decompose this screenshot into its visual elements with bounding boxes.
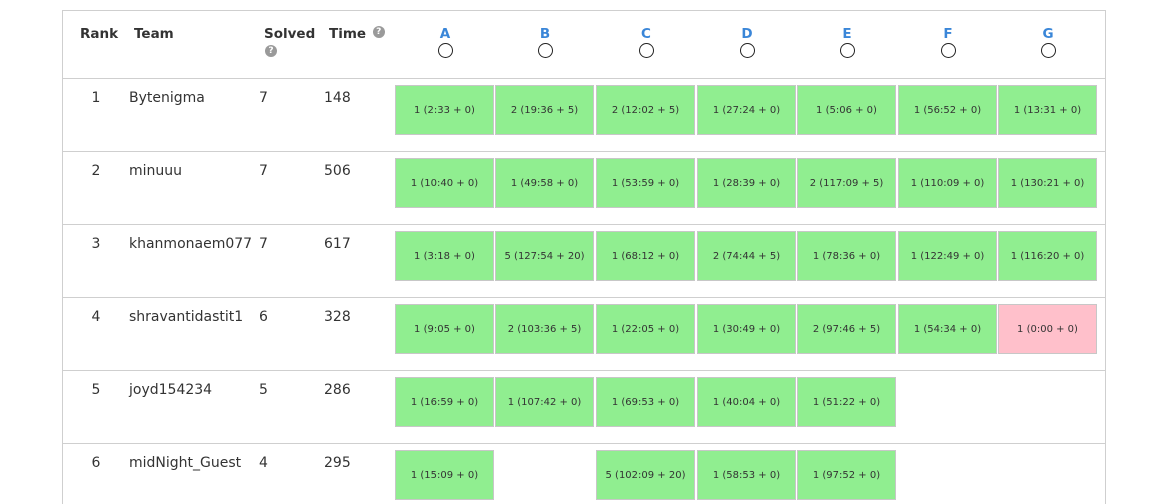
problem-radio-f[interactable] [940,43,956,58]
score-cell-g: 1 (0:00 + 0) [998,304,1097,354]
rank-cell: 4 [91,309,101,325]
problem-radio-g[interactable] [1040,43,1056,58]
score-cell-b: 2 (103:36 + 5) [495,304,594,354]
score-cell-a: 1 (15:09 + 0) [395,450,494,500]
team-header: Team [134,26,174,42]
score-cell-a: 1 (2:33 + 0) [395,85,494,135]
problem-link-d[interactable]: D [697,26,797,42]
score-cell-e: 1 (51:22 + 0) [797,377,896,427]
problem-header-e: E [797,26,897,58]
score-cell-d: 1 (40:04 + 0) [697,377,796,427]
score-cell-g: 1 (130:21 + 0) [998,158,1097,208]
time-header: Time ? [329,26,385,42]
problem-link-a[interactable]: A [395,26,495,42]
score-cell-e: 1 (78:36 + 0) [797,231,896,281]
penalty-time: 506 [324,163,351,179]
table-row: 5 joyd154234 5 286 1 (16:59 + 0) 1 (107:42 + … [63,370,1105,443]
team-name[interactable]: Bytenigma [129,90,205,106]
penalty-time: 286 [324,382,351,398]
table-row: 2 minuuu 7 506 1 (10:40 + 0) 1 (49:58 + 0) 1 (… [63,151,1105,224]
scoreboard-header: Rank Team Solved ? Time ? ABCDEFG [63,11,1105,78]
team-name[interactable]: minuuu [129,163,182,179]
score-cell-c: 1 (69:53 + 0) [596,377,695,427]
score-cell-g: 1 (13:31 + 0) [998,85,1097,135]
score-cell-c: 1 (22:05 + 0) [596,304,695,354]
score-cell-f: 1 (110:09 + 0) [898,158,997,208]
time-header-label: Time [329,26,367,42]
solved-count: 4 [259,455,268,471]
problem-radio-b[interactable] [537,43,553,58]
problem-header-d: D [697,26,797,58]
score-cell-a: 1 (3:18 + 0) [395,231,494,281]
problem-link-c[interactable]: C [596,26,696,42]
score-cell-d: 1 (58:53 + 0) [697,450,796,500]
score-cell-c: 2 (12:02 + 5) [596,85,695,135]
problem-header-f: F [898,26,998,58]
score-cell-d: 1 (30:49 + 0) [697,304,796,354]
problem-link-e[interactable]: E [797,26,897,42]
score-cell-b: 1 (49:58 + 0) [495,158,594,208]
problem-header-b: B [495,26,595,58]
score-cell-b: 5 (127:54 + 20) [495,231,594,281]
team-name[interactable]: shravantidastit1 [129,309,243,325]
scoreboard-table: Rank Team Solved ? Time ? ABCDEFG 1 Byten… [62,10,1106,504]
rank-header: Rank [80,26,119,42]
score-cell-a: 1 (10:40 + 0) [395,158,494,208]
problem-header-c: C [596,26,696,58]
solved-count: 6 [259,309,268,325]
solved-header: Solved ? [264,26,315,57]
score-cell-d: 1 (27:24 + 0) [697,85,796,135]
problem-link-g[interactable]: G [998,26,1098,42]
team-name[interactable]: khanmonaem077 [129,236,252,252]
time-help-icon[interactable]: ? [372,26,385,38]
score-cell-e: 1 (97:52 + 0) [797,450,896,500]
problem-radio-d[interactable] [739,43,755,58]
rank-cell: 3 [91,236,101,252]
problem-radio-c[interactable] [638,43,654,58]
table-row: 3 khanmonaem077 7 617 1 (3:18 + 0) 5 (127:54 … [63,224,1105,297]
problem-header-g: G [998,26,1098,58]
penalty-time: 328 [324,309,351,325]
problem-radio-a[interactable] [437,43,453,58]
score-cell-e: 2 (117:09 + 5) [797,158,896,208]
problem-radio-e[interactable] [839,43,855,58]
solved-count: 7 [259,236,268,252]
score-cell-c: 1 (53:59 + 0) [596,158,695,208]
table-row: 1 Bytenigma 7 148 1 (2:33 + 0) 2 (19:36 + 5) 2… [63,78,1105,151]
problem-link-b[interactable]: B [495,26,595,42]
table-row: 6 midNight_Guest 4 295 1 (15:09 + 0) 5 (102:0… [63,443,1105,504]
problem-header-a: A [395,26,495,58]
rank-cell: 1 [91,90,101,106]
team-name[interactable]: joyd154234 [129,382,212,398]
team-name[interactable]: midNight_Guest [129,455,241,471]
solved-count: 7 [259,90,268,106]
rank-cell: 6 [91,455,101,471]
score-cell-e: 2 (97:46 + 5) [797,304,896,354]
score-cell-d: 2 (74:44 + 5) [697,231,796,281]
score-cell-g: 1 (116:20 + 0) [998,231,1097,281]
problem-link-f[interactable]: F [898,26,998,42]
score-cell-e: 1 (5:06 + 0) [797,85,896,135]
score-cell-c: 5 (102:09 + 20) [596,450,695,500]
score-cell-a: 1 (9:05 + 0) [395,304,494,354]
score-cell-c: 1 (68:12 + 0) [596,231,695,281]
rank-cell: 5 [91,382,101,398]
score-cell-f: 1 (56:52 + 0) [898,85,997,135]
penalty-time: 148 [324,90,351,106]
score-cell-a: 1 (16:59 + 0) [395,377,494,427]
solved-header-label: Solved [264,26,316,42]
penalty-time: 295 [324,455,351,471]
score-cell-b: 2 (19:36 + 5) [495,85,594,135]
table-row: 4 shravantidastit1 6 328 1 (9:05 + 0) 2 (103:… [63,297,1105,370]
score-cell-f: 1 (54:34 + 0) [898,304,997,354]
score-cell-f: 1 (122:49 + 0) [898,231,997,281]
penalty-time: 617 [324,236,351,252]
solved-help-icon[interactable]: ? [265,45,277,57]
solved-count: 7 [259,163,268,179]
score-cell-d: 1 (28:39 + 0) [697,158,796,208]
rank-cell: 2 [91,163,101,179]
score-cell-b: 1 (107:42 + 0) [495,377,594,427]
solved-count: 5 [259,382,268,398]
